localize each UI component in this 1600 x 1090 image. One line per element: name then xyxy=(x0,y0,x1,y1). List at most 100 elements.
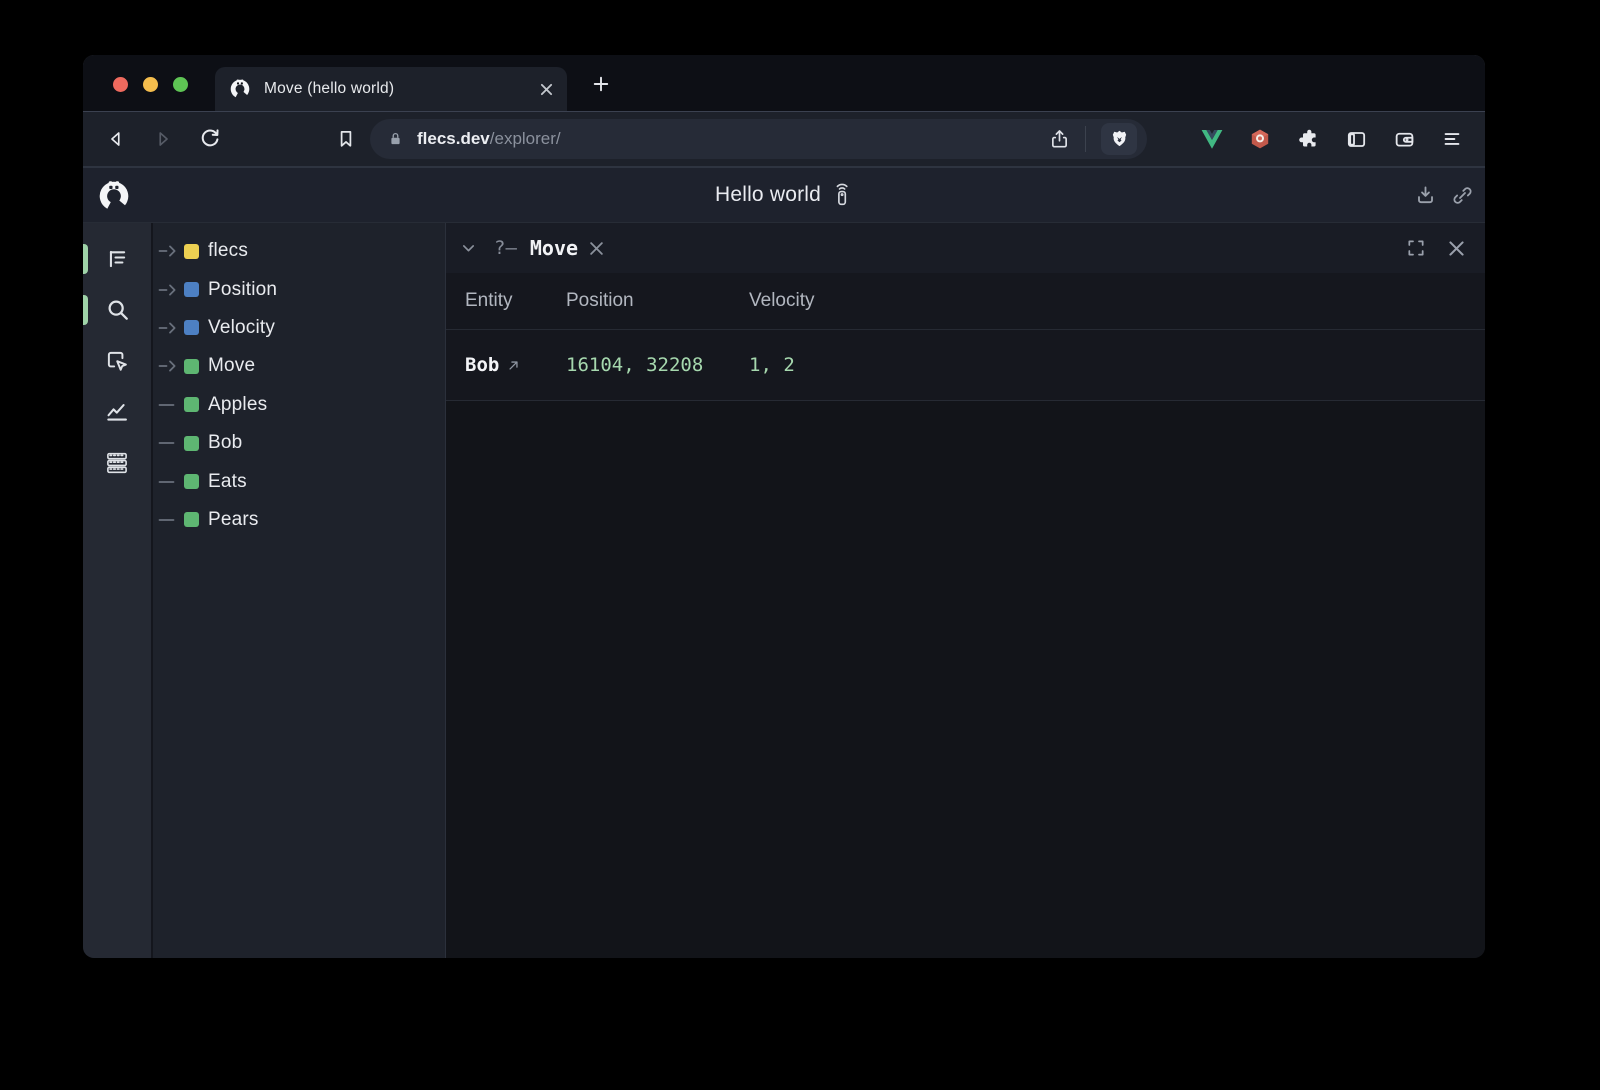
tree-item-label: Position xyxy=(208,279,277,301)
table-body: Bob 16104, 32208 1, 2 xyxy=(446,330,1485,401)
tree-panel-icon xyxy=(104,246,130,272)
query-panel: ?– Move xyxy=(445,223,1485,958)
download-icon xyxy=(1414,184,1437,207)
tree-item[interactable]: flecs xyxy=(153,232,445,270)
line-chart-icon xyxy=(104,399,130,425)
sidebar-icon xyxy=(1345,128,1368,151)
copy-link-button[interactable] xyxy=(1449,182,1475,208)
forward-icon xyxy=(152,128,174,150)
close-panel-button[interactable] xyxy=(1443,235,1469,261)
bookmark-icon xyxy=(335,128,357,150)
download-world-button[interactable] xyxy=(1412,182,1438,208)
sidebar-item-inspect[interactable] xyxy=(83,335,151,386)
wallet-icon xyxy=(1393,128,1416,151)
tree-item-label: flecs xyxy=(208,240,248,262)
tree-item[interactable]: Eats xyxy=(153,462,445,500)
collapse-query-button[interactable] xyxy=(460,240,477,257)
entity-color-square xyxy=(184,512,199,527)
entity-color-square xyxy=(184,397,199,412)
divider xyxy=(1085,126,1086,152)
flecs-favicon xyxy=(229,78,251,100)
entity-link[interactable]: Bob xyxy=(465,354,566,376)
column-velocity: Velocity xyxy=(749,290,1485,312)
sidebar-toggle-button[interactable] xyxy=(1344,127,1368,151)
url-text: flecs.dev/explorer/ xyxy=(417,129,561,149)
world-title: Hello world xyxy=(83,168,1485,222)
minimize-window-button[interactable] xyxy=(143,77,158,92)
tab-close-button[interactable] xyxy=(540,83,553,96)
sidebar-item-tree[interactable] xyxy=(83,233,151,284)
share-button[interactable] xyxy=(1049,128,1070,150)
tree-item[interactable]: Pears xyxy=(153,501,445,539)
browser-menu-button[interactable] xyxy=(1440,127,1464,151)
profiler-icon xyxy=(104,450,130,476)
url-domain: flecs.dev xyxy=(417,129,490,148)
entity-color-square xyxy=(184,436,199,451)
fullscreen-button[interactable] xyxy=(1403,235,1429,261)
table-header: Entity Position Velocity xyxy=(446,273,1485,330)
tree-item[interactable]: Velocity xyxy=(153,309,445,347)
sidebar-item-search[interactable] xyxy=(83,284,151,335)
query-close-button[interactable] xyxy=(589,241,604,256)
hamburger-menu-icon xyxy=(1441,128,1463,150)
active-indicator-tree xyxy=(83,244,88,274)
close-icon xyxy=(589,241,604,256)
tree-item[interactable]: Position xyxy=(153,270,445,308)
world-title-text: Hello world xyxy=(715,183,821,207)
reload-icon xyxy=(199,128,221,150)
browser-tab[interactable]: Move (hello world) xyxy=(215,67,567,111)
tree-item-label: Move xyxy=(208,355,255,377)
content-area: flecs Position Velocity Move xyxy=(83,222,1485,958)
back-icon xyxy=(105,128,127,150)
link-icon xyxy=(1451,184,1474,207)
remote-connection-icon xyxy=(831,183,853,207)
traffic-lights xyxy=(113,77,188,92)
branch-line-icon xyxy=(158,474,181,490)
open-entity-icon xyxy=(506,358,521,373)
inspect-icon xyxy=(104,348,130,374)
zoom-window-button[interactable] xyxy=(173,77,188,92)
entity-color-square xyxy=(184,359,199,374)
wallet-button[interactable] xyxy=(1392,127,1416,151)
tree-item[interactable]: Move xyxy=(153,347,445,385)
sidebar-item-stats[interactable] xyxy=(83,386,151,437)
extensions-button[interactable] xyxy=(1296,127,1320,151)
expand-arrow-icon xyxy=(158,320,181,336)
forward-button[interactable] xyxy=(151,128,175,150)
browser-window: Move (hello world) xyxy=(83,55,1485,958)
expand-arrow-icon xyxy=(158,358,181,374)
branch-line-icon xyxy=(158,397,181,413)
tree-item[interactable]: Bob xyxy=(153,424,445,462)
vue-devtools-button[interactable] xyxy=(1200,127,1224,151)
reload-button[interactable] xyxy=(198,128,222,150)
hexagon-extension-icon xyxy=(1248,127,1272,151)
brave-lion-icon xyxy=(1109,128,1130,150)
tree-item-label: Pears xyxy=(208,509,259,531)
brave-shields-button[interactable] xyxy=(1101,123,1137,155)
tab-bar: Move (hello world) xyxy=(83,55,1485,111)
entity-tree: flecs Position Velocity Move xyxy=(151,223,445,958)
address-bar[interactable]: flecs.dev/explorer/ xyxy=(370,119,1147,159)
entity-name: Bob xyxy=(465,354,499,376)
chevron-down-icon xyxy=(460,240,477,257)
hexagon-extension-button[interactable] xyxy=(1248,127,1272,151)
branch-line-icon xyxy=(158,512,181,528)
velocity-value: 1, 2 xyxy=(749,354,1485,376)
puzzle-icon xyxy=(1296,127,1320,151)
sidebar-item-profiler[interactable] xyxy=(83,437,151,488)
close-window-button[interactable] xyxy=(113,77,128,92)
new-tab-button[interactable] xyxy=(585,69,617,99)
close-icon xyxy=(1448,240,1465,257)
query-panel-actions xyxy=(1403,235,1469,261)
back-button[interactable] xyxy=(104,128,128,150)
entity-color-square xyxy=(184,282,199,297)
expand-arrow-icon xyxy=(158,282,181,298)
column-position: Position xyxy=(566,290,749,312)
bookmark-button[interactable] xyxy=(335,128,357,150)
tab-title: Move (hello world) xyxy=(264,80,394,98)
extensions-row xyxy=(1200,127,1464,151)
share-icon xyxy=(1049,128,1070,150)
plus-icon xyxy=(591,74,611,94)
tree-item[interactable]: Apples xyxy=(153,386,445,424)
column-entity: Entity xyxy=(465,290,566,312)
